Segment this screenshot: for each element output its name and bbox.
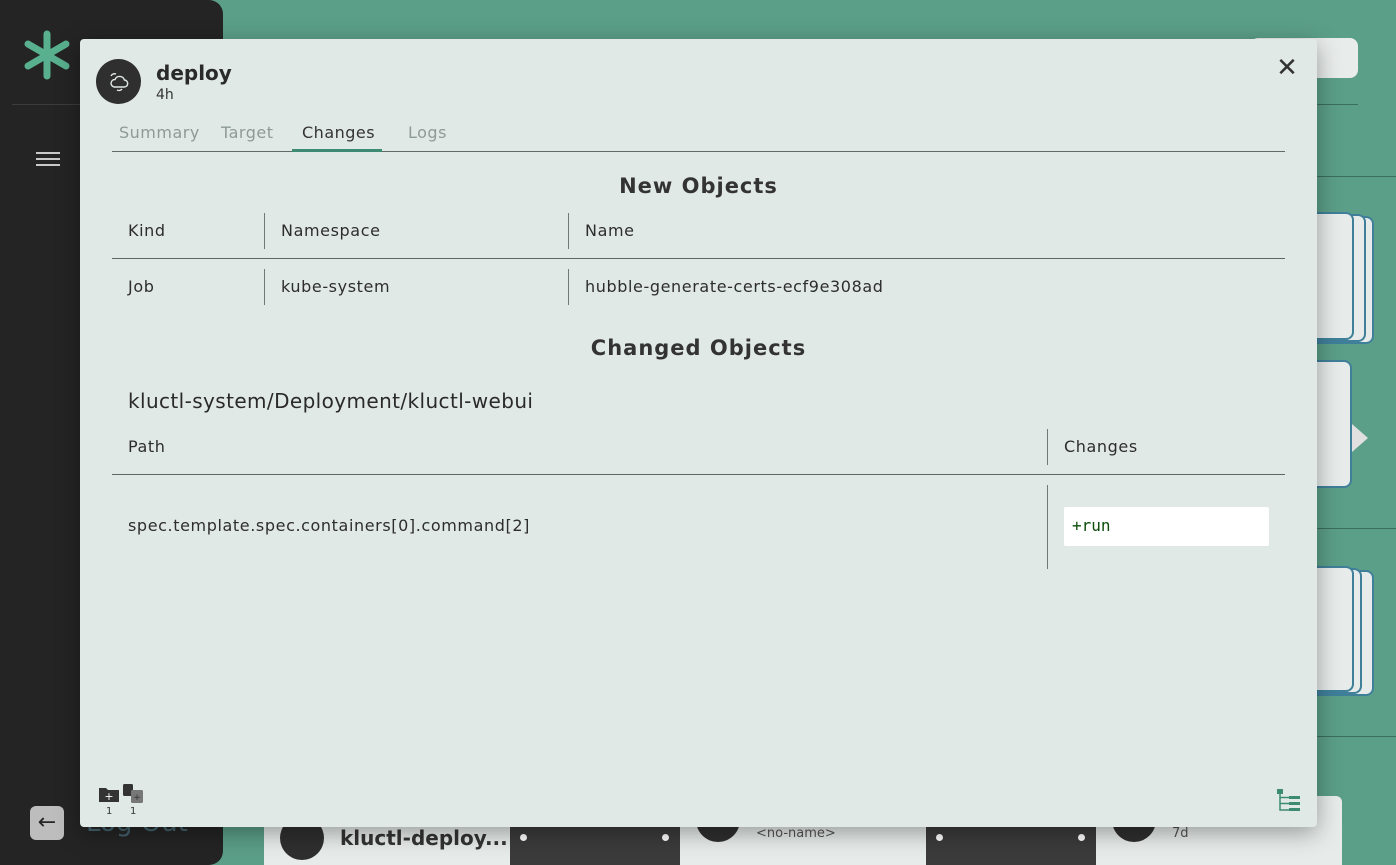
change-summary-icons: + 1 + 1	[96, 783, 156, 819]
diff-change-value: +run	[1064, 507, 1269, 546]
active-tab-indicator	[292, 149, 382, 152]
changed-object-reference: kluctl-system/Deployment/kluctl-webui	[128, 389, 534, 413]
column-header-kind[interactable]: Kind	[128, 221, 166, 240]
column-header-namespace[interactable]: Namespace	[281, 221, 381, 240]
tree-view-icon[interactable]	[1276, 787, 1302, 813]
tab-summary[interactable]: Summary	[119, 123, 200, 142]
column-divider	[568, 213, 569, 249]
deploy-avatar	[96, 59, 141, 104]
table-row: Job kube-system hubble-generate-certs-ec…	[112, 265, 1285, 309]
dialog-subtitle: 4h	[156, 87, 174, 103]
command-result-dialog: deploy 4h ✕ Summary Target Changes Logs …	[80, 39, 1317, 827]
column-divider	[568, 269, 569, 305]
svg-text:+: +	[133, 793, 141, 803]
new-objects-header: Kind Namespace Name	[112, 211, 1285, 259]
cell-name: hubble-generate-certs-ecf9e308ad	[585, 277, 884, 296]
column-header-name[interactable]: Name	[585, 221, 635, 240]
tab-bar: Summary Target Changes Logs	[112, 119, 1285, 152]
dialog-title: deploy	[156, 61, 232, 85]
new-object-folder-icon: +	[99, 788, 119, 803]
changed-objects-header: Path Changes	[112, 427, 1285, 475]
menu-icon[interactable]	[36, 152, 60, 168]
cell-kind: Job	[128, 277, 155, 296]
new-objects-count: 1	[106, 806, 113, 817]
app-logo-icon	[24, 30, 70, 80]
tab-changes[interactable]: Changes	[302, 123, 375, 142]
background-card-name: kluctl-deploy...	[340, 826, 508, 850]
column-divider	[1047, 485, 1048, 569]
changed-objects-count: 1	[130, 806, 137, 817]
close-icon[interactable]: ✕	[1273, 55, 1301, 83]
changed-object-icon: +	[123, 784, 143, 803]
column-header-changes[interactable]: Changes	[1064, 437, 1138, 456]
column-header-path[interactable]: Path	[128, 437, 166, 456]
column-divider	[1047, 429, 1048, 465]
background-card-noname: <no-name>	[756, 826, 836, 841]
changed-objects-title: Changed Objects	[590, 336, 807, 360]
cloud-sync-icon	[109, 72, 128, 91]
background-card-age: 7d	[1172, 826, 1189, 841]
tab-target[interactable]: Target	[221, 123, 274, 142]
background-card-connector	[926, 824, 1096, 865]
column-divider	[264, 213, 265, 249]
column-divider	[264, 269, 265, 305]
new-objects-title: New Objects	[619, 174, 778, 198]
cell-namespace: kube-system	[281, 277, 391, 296]
background-card-connector	[510, 824, 680, 865]
svg-text:+: +	[104, 790, 113, 803]
cell-path: spec.template.spec.containers[0].command…	[128, 516, 530, 535]
expand-arrow-icon[interactable]	[1352, 424, 1368, 452]
logout-button[interactable]: ←	[30, 806, 64, 840]
tab-logs[interactable]: Logs	[408, 123, 447, 142]
